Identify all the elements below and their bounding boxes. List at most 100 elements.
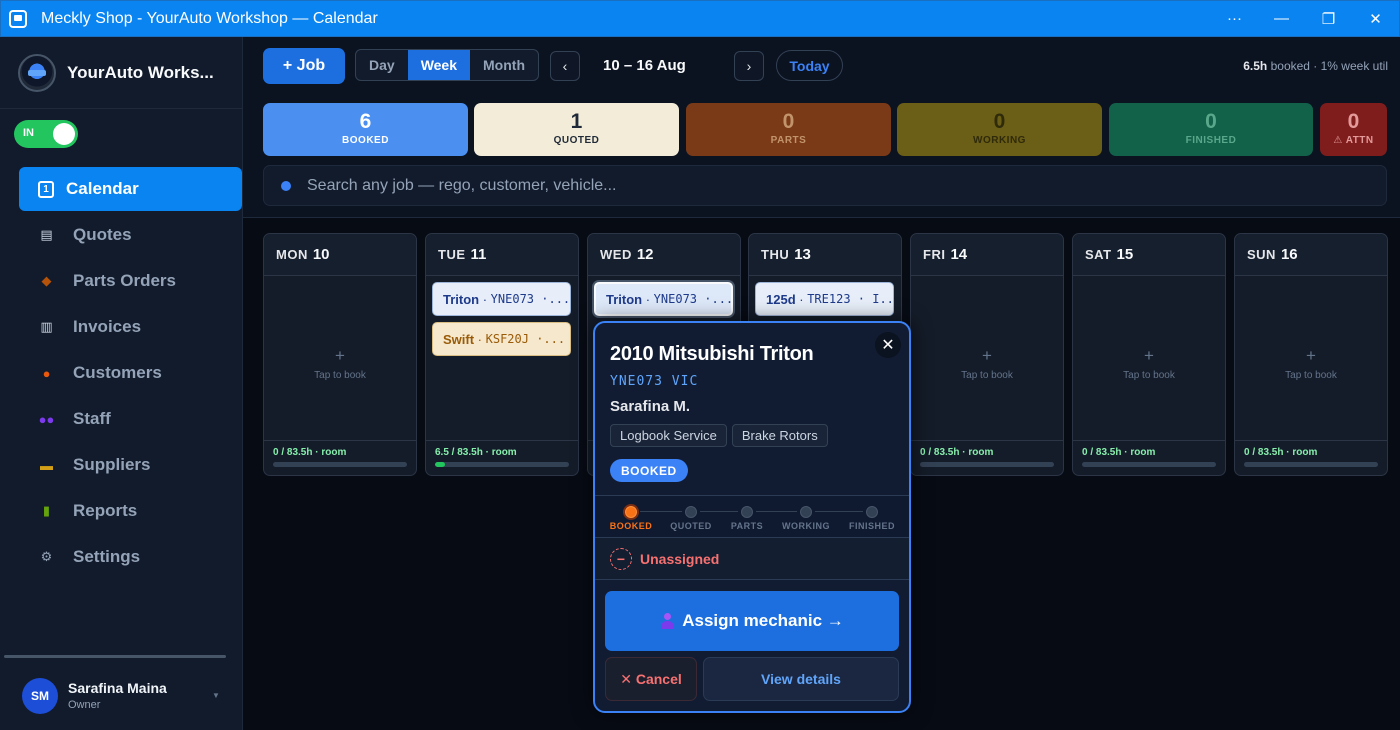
view-month-button[interactable]: Month	[470, 50, 538, 80]
sidebar-item-reports[interactable]: ▮ Reports	[19, 489, 242, 533]
day-column-mon: MON 10 + Tap to book 0 / 83.5h · room	[263, 233, 417, 476]
stage-label: BOOKED	[609, 521, 653, 531]
job-card[interactable]: Triton · YNE073 ·...	[432, 282, 571, 316]
tap-to-book[interactable]: + Tap to book	[1235, 346, 1387, 381]
status-filter-booked[interactable]: 6 BOOKED	[263, 103, 468, 156]
sidebar-item-customers[interactable]: ● Customers	[19, 351, 242, 395]
capacity-label: 6.5 / 83.5h · room	[435, 447, 517, 458]
sidebar-item-label: Suppliers	[73, 455, 151, 474]
separator: ·	[474, 331, 486, 347]
utilisation-summary: 6.5h booked · 1% week util	[1243, 59, 1388, 73]
sidebar-scrollbar[interactable]	[4, 655, 226, 658]
day-of-week: FRI	[923, 247, 946, 262]
day-column-tue: TUE 11 Triton · YNE073 ·... Swift · KSF20J …	[425, 233, 579, 476]
user-menu[interactable]: SM Sarafina Maina Owner ▼	[0, 661, 243, 730]
status-count: 1	[570, 110, 583, 133]
sidebar-item-settings[interactable]: ⚙ Settings	[19, 535, 242, 579]
day-capacity: 0 / 83.5h · room	[1073, 440, 1225, 475]
tap-to-book-label: Tap to book	[1123, 370, 1175, 381]
sidebar-item-label: Reports	[73, 501, 138, 520]
sidebar-item-calendar[interactable]: 1 Calendar	[19, 167, 242, 211]
view-week-button[interactable]: Week	[407, 50, 471, 80]
minus-circle-icon: −	[610, 547, 632, 570]
service-tag: Brake Rotors	[731, 424, 828, 447]
status-filter-attn[interactable]: 0 ⚠ ATTN	[1320, 103, 1387, 156]
sidebar-item-suppliers[interactable]: ▬ Suppliers	[19, 443, 242, 487]
day-header: MON 10	[264, 234, 416, 276]
job-card[interactable]: Triton · YNE073 ·...	[594, 282, 733, 316]
status-filter-parts[interactable]: 0 PARTS	[686, 103, 891, 156]
capacity-bar	[920, 462, 1054, 467]
day-slot-area[interactable]: + Tap to book	[264, 276, 416, 440]
stage-working[interactable]: WORKING	[776, 506, 836, 531]
view-switcher: Day Week Month	[355, 49, 539, 81]
tap-to-book[interactable]: + Tap to book	[1073, 346, 1225, 381]
stage-booked[interactable]: BOOKED	[601, 506, 661, 531]
stage-parts[interactable]: PARTS	[717, 506, 777, 531]
day-slot-area[interactable]: + Tap to book	[911, 276, 1063, 440]
status-label: BOOKED	[342, 135, 389, 146]
plus-icon: +	[1144, 346, 1154, 365]
status-filter-working[interactable]: 0 WORKING	[897, 103, 1102, 156]
window-title: Meckly Shop - YourAuto Workshop — Calend…	[41, 9, 378, 27]
status-filters: 6 BOOKED 1 QUOTED 0 PARTS 0 WORKING 0 FINISHED 0 ⚠ …	[263, 103, 1390, 156]
title-bar: Meckly Shop - YourAuto Workshop — Calend…	[0, 0, 1400, 37]
restore-button[interactable]: ❐	[1305, 1, 1352, 36]
tap-to-book[interactable]: + Tap to book	[911, 346, 1063, 381]
job-card[interactable]: 125d · TRE123 · I...	[755, 282, 894, 316]
close-window-button[interactable]: ✕	[1352, 1, 1399, 36]
capacity-bar	[435, 462, 569, 467]
clock-in-toggle[interactable]: IN	[14, 120, 78, 148]
sidebar-item-quotes[interactable]: ▤ Quotes	[19, 213, 242, 257]
day-header: SUN 16	[1235, 234, 1387, 276]
sidebar-item-label: Quotes	[73, 225, 132, 244]
next-week-button[interactable]: ›	[734, 51, 764, 81]
prev-week-button[interactable]: ‹	[550, 51, 580, 81]
status-filter-finished[interactable]: 0 FINISHED	[1109, 103, 1313, 156]
sidebar-item-label: Calendar	[66, 179, 139, 198]
sidebar-item-label: Customers	[73, 363, 162, 382]
stage-label: PARTS	[730, 521, 764, 531]
person-icon	[660, 613, 675, 629]
day-capacity: 0 / 83.5h · room	[264, 440, 416, 475]
job-card[interactable]: Swift · KSF20J ·...	[432, 322, 571, 356]
calendar-icon: 1	[38, 180, 54, 198]
view-day-button[interactable]: Day	[356, 50, 408, 80]
search-bar[interactable]: Search any job — rego, customer, vehicle…	[263, 165, 1387, 206]
status-filter-quoted[interactable]: 1 QUOTED	[474, 103, 679, 156]
minimize-button[interactable]: —	[1258, 1, 1305, 36]
cancel-job-button[interactable]: ✕ Cancel	[605, 657, 697, 701]
sidebar-item-invoices[interactable]: ▥ Invoices	[19, 305, 242, 349]
new-job-button[interactable]: + Job	[263, 48, 345, 84]
mechanic-row[interactable]: − Unassigned	[595, 538, 909, 580]
stage-label: WORKING	[782, 521, 830, 531]
assign-mechanic-button[interactable]: Assign mechanic →	[605, 591, 899, 651]
day-of-week: MON	[276, 247, 308, 262]
stage-finished[interactable]: FINISHED	[842, 506, 902, 531]
stage-quoted[interactable]: QUOTED	[661, 506, 721, 531]
search-input[interactable]: Search any job — rego, customer, vehicle…	[307, 177, 616, 195]
tap-to-book[interactable]: + Tap to book	[264, 346, 416, 381]
day-slot-area[interactable]: + Tap to book	[1235, 276, 1387, 440]
tap-to-book-label: Tap to book	[1285, 370, 1337, 381]
sidebar-nav: 1 Calendar ▤ Quotes ◆ Parts Orders ▥ Invoices ● C…	[0, 167, 243, 581]
logo	[18, 53, 56, 92]
day-header: TUE 11	[426, 234, 578, 276]
more-icon[interactable]: ···	[1211, 1, 1258, 36]
day-number: 14	[950, 246, 968, 263]
day-slot-area[interactable]: + Tap to book	[1073, 276, 1225, 440]
day-of-week: SAT	[1085, 247, 1112, 262]
today-button[interactable]: Today	[776, 50, 843, 81]
stage-dot	[800, 506, 812, 518]
close-icon[interactable]: ✕	[875, 332, 901, 358]
day-slot-area[interactable]: Triton · YNE073 ·... Swift · KSF20J ·...	[426, 276, 578, 440]
day-of-week: SUN	[1247, 247, 1276, 262]
view-details-button[interactable]: View details	[703, 657, 899, 701]
status-label: QUOTED	[553, 135, 600, 146]
plus-icon: +	[1306, 346, 1316, 365]
day-capacity: 0 / 83.5h · room	[911, 440, 1063, 475]
main-area: + Job Day Week Month ‹ 10 – 16 Aug › Today…	[243, 37, 1400, 730]
sidebar-item-staff[interactable]: ●● Staff	[19, 397, 242, 441]
sidebar-item-parts-orders[interactable]: ◆ Parts Orders	[19, 259, 242, 303]
capacity-fill	[435, 462, 446, 467]
